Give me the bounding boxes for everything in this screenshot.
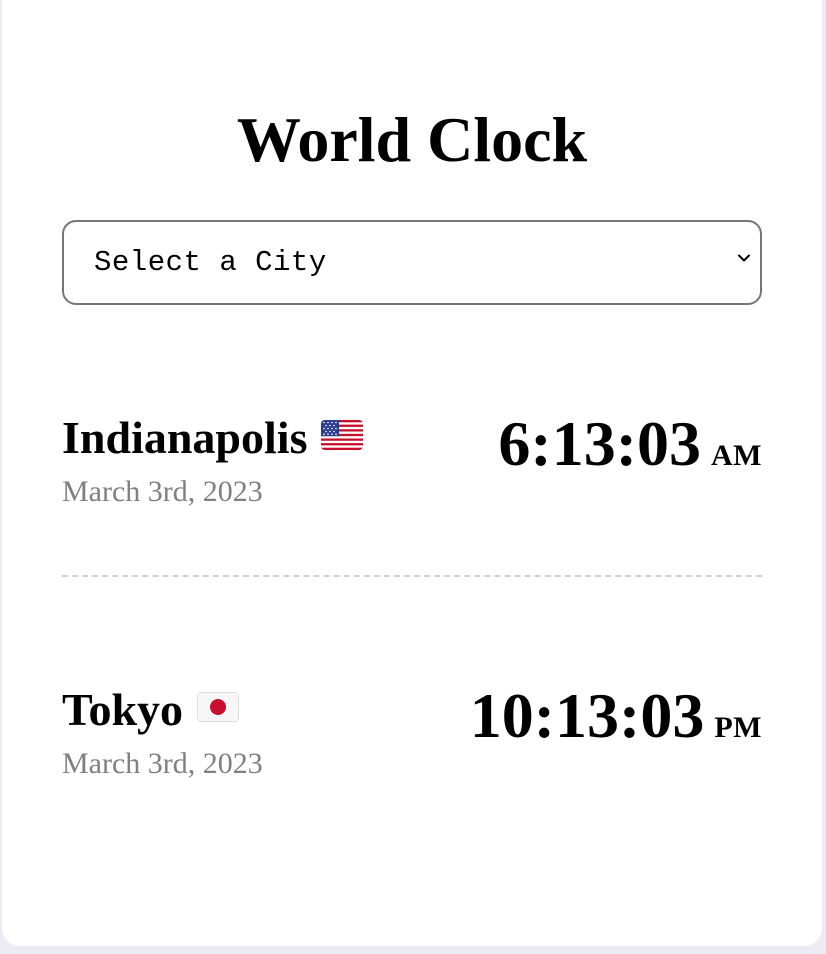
chevron-down-icon — [738, 254, 750, 262]
city-divider — [62, 575, 762, 577]
japan-flag-icon — [197, 692, 240, 722]
city-select-value: Select a City — [94, 246, 327, 279]
city-name: Tokyo — [62, 684, 184, 735]
city-select[interactable]: Select a City — [62, 220, 762, 305]
city-row-tokyo: Tokyo March 3rd, 2023 10:13:03 PM — [62, 680, 762, 792]
page-title: World Clock — [236, 104, 588, 175]
time-period: AM — [711, 439, 762, 472]
time-period: PM — [714, 711, 762, 744]
city-name-row: Tokyo — [62, 682, 240, 738]
time-value: 10:13:03 — [469, 680, 705, 751]
city-name-row: Indianapolis — [62, 410, 364, 466]
city-date: March 3rd, 2023 — [62, 747, 263, 780]
city-row-indianapolis: Indianapolis March 3rd, 2023 6:13:03 AM — [62, 408, 762, 520]
world-clock-card: World Clock Select a City Indianapolis M… — [2, 0, 822, 946]
city-name: Indianapolis — [62, 412, 308, 463]
time-value: 6:13:03 — [498, 408, 702, 479]
city-time: 6:13:03 AM — [498, 408, 762, 480]
us-flag-icon — [321, 420, 364, 450]
city-date: March 3rd, 2023 — [62, 475, 263, 508]
city-time: 10:13:03 PM — [470, 680, 762, 752]
